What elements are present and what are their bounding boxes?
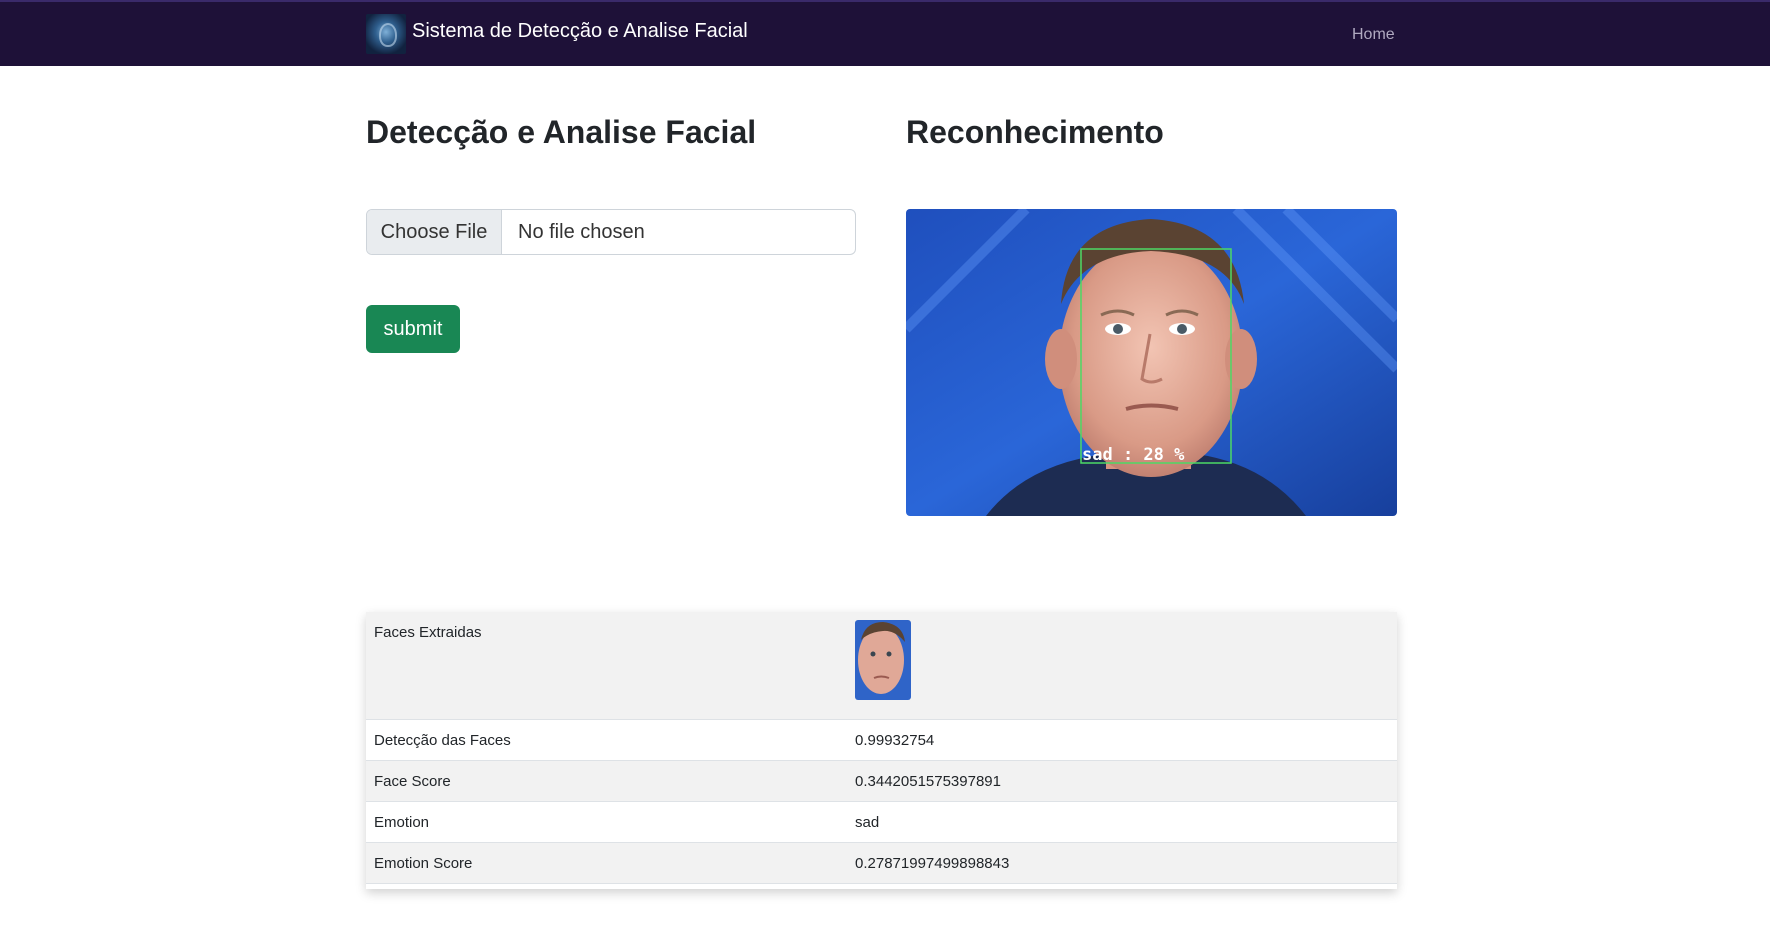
row-label: Emotion: [366, 801, 847, 843]
recognition-photo: sad : 28 %: [906, 209, 1397, 516]
submit-button[interactable]: submit: [366, 305, 460, 353]
table-row: Emotion sad: [366, 801, 1397, 843]
navbar: Sistema de Detecção e Analise Facial Hom…: [0, 0, 1770, 66]
table-row: Detecção das Faces 0.99932754: [366, 719, 1397, 761]
row-label: Face Score: [366, 760, 847, 802]
results-table: Faces Extraidas Detecção das Faces 0.999…: [366, 612, 1397, 884]
recognition-result-image: sad : 28 %: [906, 209, 1397, 516]
row-value: 0.3442051575397891: [847, 760, 1397, 802]
table-row: Emotion Score 0.27871997499898843: [366, 842, 1397, 884]
face-scan-logo[interactable]: [366, 14, 406, 54]
file-status-text: No file chosen: [518, 220, 645, 243]
results-table-card: Faces Extraidas Detecção das Faces 0.999…: [366, 612, 1397, 889]
table-row: Face Score 0.3442051575397891: [366, 760, 1397, 802]
row-value: 0.99932754: [847, 719, 1397, 761]
row-label: Emotion Score: [366, 842, 847, 884]
upload-heading: Detecção e Analise Facial: [366, 114, 757, 150]
file-input[interactable]: Choose File No file chosen: [366, 209, 856, 255]
table-row: Faces Extraidas: [366, 612, 1397, 720]
nav-home-link[interactable]: Home: [1352, 26, 1395, 44]
row-value: sad: [847, 801, 1397, 843]
extracted-face-thumbnail[interactable]: [855, 620, 911, 700]
extracted-face-cell: [847, 612, 1397, 720]
choose-file-button[interactable]: Choose File: [367, 210, 502, 254]
row-value: 0.27871997499898843: [847, 842, 1397, 884]
recognition-heading: Reconhecimento: [906, 114, 1164, 150]
row-label: Faces Extraidas: [366, 612, 847, 720]
row-label: Detecção das Faces: [366, 719, 847, 761]
emotion-overlay-label: sad : 28 %: [1082, 445, 1185, 465]
brand-title[interactable]: Sistema de Detecção e Analise Facial: [412, 20, 748, 43]
